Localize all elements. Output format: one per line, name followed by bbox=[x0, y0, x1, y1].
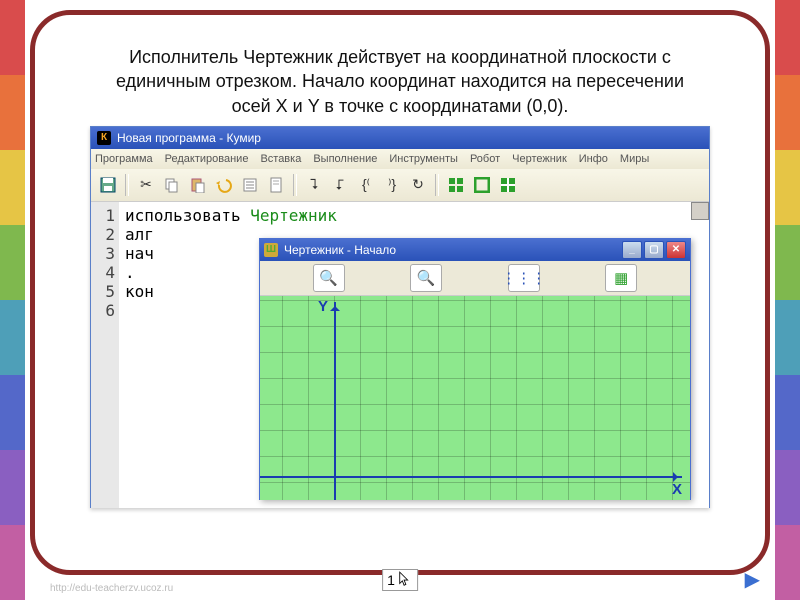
menu-robot[interactable]: Робот bbox=[470, 153, 500, 165]
paste-icon[interactable] bbox=[187, 174, 209, 196]
copy-icon[interactable] bbox=[161, 174, 183, 196]
slide-number-badge: 1 bbox=[382, 569, 418, 591]
loop-icon[interactable]: ↻ bbox=[407, 174, 429, 196]
kumir-title: Новая программа - Кумир bbox=[117, 131, 261, 145]
menu-run[interactable]: Выполнение bbox=[313, 153, 377, 165]
zoom-out-icon[interactable]: 🔍 bbox=[410, 264, 442, 292]
kumir-titlebar[interactable]: К Новая программа - Кумир bbox=[91, 127, 709, 149]
brace-open-icon[interactable]: {⁽ bbox=[355, 174, 377, 196]
minimize-icon[interactable]: _ bbox=[622, 241, 642, 259]
next-slide-icon[interactable]: ▶ bbox=[745, 567, 760, 592]
brace-close-icon[interactable]: ⁾} bbox=[381, 174, 403, 196]
menu-worlds[interactable]: Миры bbox=[620, 153, 649, 165]
code-editor[interactable]: 1 2 3 4 5 6 использовать Чертежник алг н… bbox=[91, 202, 709, 508]
menu-drawer[interactable]: Чертежник bbox=[512, 153, 567, 165]
fit-icon[interactable]: ▦ bbox=[605, 264, 637, 292]
scroll-up-icon[interactable] bbox=[691, 202, 709, 220]
maximize-icon[interactable]: ▢ bbox=[644, 241, 664, 259]
step-into-icon[interactable]: ⮧ bbox=[303, 174, 325, 196]
y-axis bbox=[334, 302, 336, 500]
menu-edit[interactable]: Редактирование bbox=[165, 153, 249, 165]
menu-info[interactable]: Инфо bbox=[579, 153, 608, 165]
kumir-window: К Новая программа - Кумир Программа Реда… bbox=[90, 126, 710, 508]
headline-text: Исполнитель Чертежник действует на коорд… bbox=[90, 45, 710, 126]
kumir-icon: К bbox=[97, 131, 111, 145]
undo-icon[interactable] bbox=[213, 174, 235, 196]
zoom-in-icon[interactable]: 🔍 bbox=[313, 264, 345, 292]
doc-icon[interactable] bbox=[265, 174, 287, 196]
drawer-titlebar[interactable]: Ш Чертежник - Начало _ ▢ ✕ bbox=[260, 239, 690, 261]
menu-insert[interactable]: Вставка bbox=[260, 153, 301, 165]
drawer-window: Ш Чертежник - Начало _ ▢ ✕ 🔍 🔍 ⋮⋮⋮ ▦ bbox=[259, 238, 691, 500]
crayon-border-right bbox=[775, 0, 800, 600]
drawer-icon: Ш bbox=[264, 243, 278, 257]
grid-icon[interactable] bbox=[445, 174, 467, 196]
x-axis-label: X bbox=[672, 481, 682, 498]
menu-tools[interactable]: Инструменты bbox=[389, 153, 458, 165]
footer-url: http://edu-teacherzv.ucoz.ru bbox=[50, 583, 173, 594]
slide-frame: Исполнитель Чертежник действует на коорд… bbox=[30, 10, 770, 575]
kumir-toolbar: ✂ ⮧ ⮦ {⁽ ⁾} ↻ bbox=[91, 169, 709, 202]
save-icon[interactable] bbox=[97, 174, 119, 196]
crayon-border-left bbox=[0, 0, 25, 600]
step-over-icon[interactable]: ⮦ bbox=[329, 174, 351, 196]
drawer-toolbar: 🔍 🔍 ⋮⋮⋮ ▦ bbox=[260, 261, 690, 296]
cursor-icon bbox=[397, 571, 411, 589]
y-axis-label: Y bbox=[318, 298, 328, 315]
cross-icon[interactable] bbox=[497, 174, 519, 196]
menu-program[interactable]: Программа bbox=[95, 153, 153, 165]
cut-icon[interactable]: ✂ bbox=[135, 174, 157, 196]
slide-number: 1 bbox=[387, 572, 395, 588]
line-gutter: 1 2 3 4 5 6 bbox=[91, 202, 119, 508]
close-icon[interactable]: ✕ bbox=[666, 241, 686, 259]
x-axis bbox=[260, 476, 682, 478]
drawer-canvas[interactable]: Y X bbox=[260, 296, 690, 500]
kumir-menubar: Программа Редактирование Вставка Выполне… bbox=[91, 149, 709, 169]
list-icon[interactable] bbox=[239, 174, 261, 196]
grid-lines bbox=[260, 296, 690, 500]
frame-icon[interactable] bbox=[471, 174, 493, 196]
drawer-title-text: Чертежник - Начало bbox=[284, 243, 396, 257]
slide-content: Исполнитель Чертежник действует на коорд… bbox=[90, 45, 710, 525]
dots-grid-icon[interactable]: ⋮⋮⋮ bbox=[508, 264, 540, 292]
